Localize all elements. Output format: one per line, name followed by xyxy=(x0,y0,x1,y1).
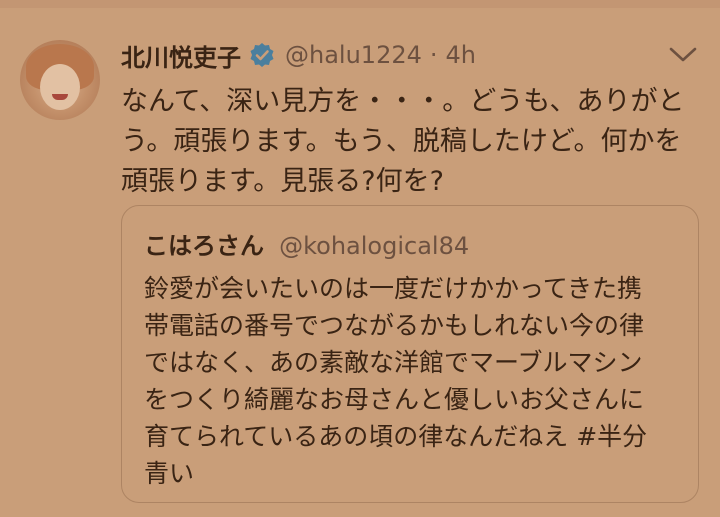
top-divider xyxy=(0,0,720,8)
quoted-tweet-text: 鈴愛が会いたいのは一度だけかかってきた携 帯電話の番号でつながるかもしれない今の… xyxy=(144,270,684,492)
tweet-header: 北川悦吏子 @halu1224 · 4h xyxy=(121,38,476,72)
tweet[interactable]: 北川悦吏子 @halu1224 · 4h なんて、深い見方を・・・。どうも、あり… xyxy=(0,8,720,517)
timestamp[interactable]: 4h xyxy=(446,41,476,69)
tweet-text-line: う。頑張ります。もう、脱稿したけど。何かを xyxy=(121,126,682,157)
quoted-tweet[interactable]: こはろさん @kohalogical84 鈴愛が会いたいのは一度だけかかってきた… xyxy=(121,205,699,503)
tweet-text-line: なんて、深い見方を・・・。どうも、ありがと xyxy=(121,86,685,117)
author-name[interactable]: 北川悦吏子 xyxy=(121,38,241,73)
quoted-text-line: 鈴愛が会いたいのは一度だけかかってきた携 xyxy=(144,274,643,303)
avatar[interactable] xyxy=(20,40,100,120)
author-handle[interactable]: @halu1224 xyxy=(285,41,422,69)
quoted-text-line: 青い xyxy=(144,459,195,488)
tweet-text-line: 頑張ります。見張る?何を? xyxy=(121,166,444,197)
chevron-down-icon[interactable] xyxy=(667,44,699,66)
quoted-text-line: 育てられているあの頃の律なんだねえ #半分 xyxy=(144,422,648,451)
quoted-text-line: 帯電話の番号でつながるかもしれない今の律 xyxy=(144,311,645,340)
separator-dot: · xyxy=(429,41,438,69)
quoted-tweet-header: こはろさん @kohalogical84 xyxy=(144,226,469,261)
verified-badge-icon xyxy=(249,42,275,68)
quoted-author-name: こはろさん xyxy=(144,232,264,260)
quoted-author-handle: @kohalogical84 xyxy=(279,232,470,260)
tweet-text: なんて、深い見方を・・・。どうも、ありがと う。頑張ります。もう、脱稿したけど。… xyxy=(121,82,696,202)
quoted-text-line: をつくり綺麗なお母さんと優しいお父さんに xyxy=(144,385,645,414)
quoted-text-line: ではなく、あの素敵な洋館でマーブルマシン xyxy=(144,348,643,377)
